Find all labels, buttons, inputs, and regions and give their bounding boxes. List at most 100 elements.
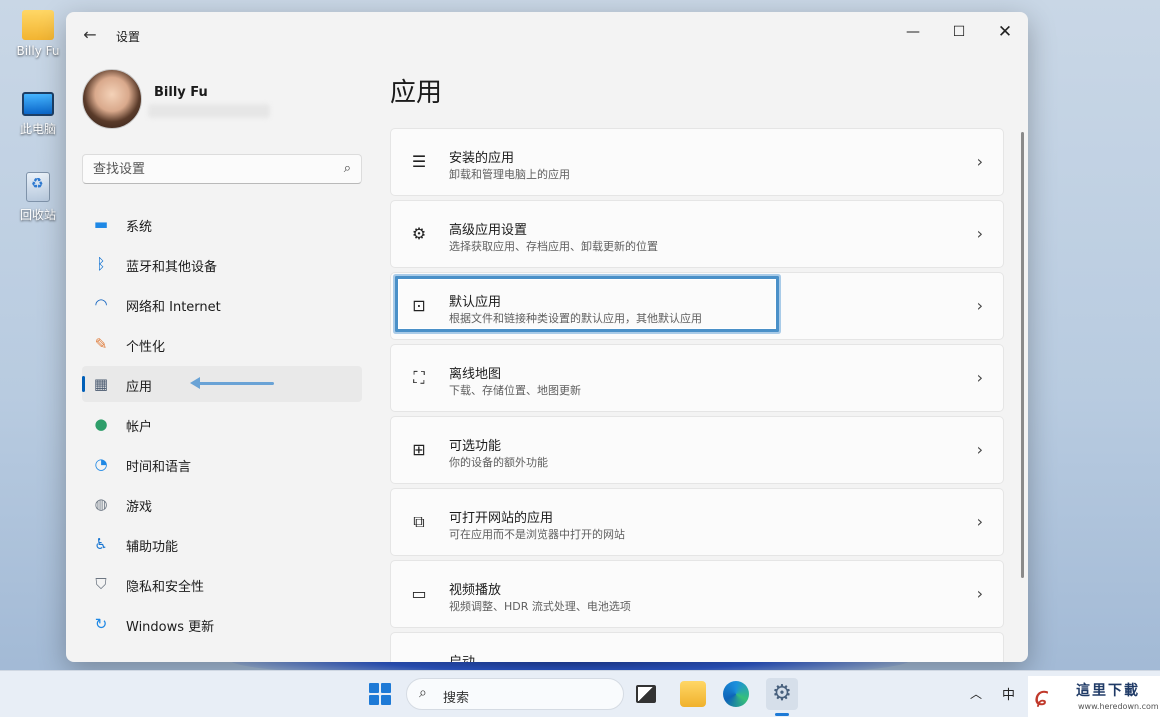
windows-logo-tile	[369, 695, 379, 705]
edge-browser-icon[interactable]	[723, 681, 749, 707]
sidebar-item-accounts[interactable]: ● 帐户	[82, 406, 362, 442]
default-apps-icon: ⊡	[412, 296, 426, 315]
scrollbar[interactable]	[1021, 132, 1024, 578]
sidebar-item-label: 系统	[126, 220, 153, 235]
folder-icon	[22, 10, 54, 40]
sidebar-item-label: 应用	[126, 380, 153, 395]
card-description: 根据文件和链接种类设置的默认应用，其他默认应用	[449, 312, 702, 325]
windows-logo-tile	[381, 695, 391, 705]
title-bar: ← 设置 — ☐ ✕	[66, 12, 1028, 58]
close-button[interactable]: ✕	[990, 20, 1020, 44]
taskbar-search[interactable]: ⌕ 搜索	[406, 678, 624, 710]
running-indicator	[775, 713, 789, 716]
chevron-up-icon[interactable]: ︿	[970, 685, 982, 702]
watermark: ɕ 這里下載 www.heredown.com	[1028, 676, 1160, 717]
this-pc-icon	[22, 92, 54, 116]
user-name: Billy Fu	[154, 85, 208, 100]
sidebar-nav: ▬ 系统 ᛒ 蓝牙和其他设备 ◠ 网络和 Internet ✎ 个性化 ▦ 应用…	[82, 206, 362, 646]
active-indicator	[82, 376, 85, 392]
card-description: 视频调整、HDR 流式处理、电池选项	[449, 600, 631, 613]
sidebar-item-system[interactable]: ▬ 系统	[82, 206, 362, 242]
card-description: 下载、存储位置、地图更新	[449, 384, 581, 397]
sidebar-item-apps[interactable]: ▦ 应用	[82, 366, 362, 402]
desktop-this-pc[interactable]: 此电脑	[8, 92, 68, 137]
shield-icon: ⛉	[95, 575, 107, 593]
avatar[interactable]	[82, 69, 142, 129]
sidebar-item-windows-update[interactable]: ↻ Windows 更新	[82, 606, 362, 642]
card-description: 可在应用而不是浏览器中打开的网站	[449, 528, 625, 541]
optional-features-icon: ⊞	[412, 440, 426, 459]
sidebar-item-label: 帐户	[126, 420, 153, 435]
card-default-apps[interactable]: ⊡ 默认应用 根据文件和链接种类设置的默认应用，其他默认应用 ›	[390, 272, 1004, 340]
sidebar-item-label: 辅助功能	[126, 540, 179, 555]
sidebar-item-label: 蓝牙和其他设备	[126, 260, 218, 275]
back-arrow-icon: ←	[83, 25, 97, 44]
card-startup[interactable]: ▭ 启动	[390, 632, 1004, 662]
card-apps-for-websites[interactable]: ⧉ 可打开网站的应用 可在应用而不是浏览器中打开的网站 ›	[390, 488, 1004, 556]
card-offline-maps[interactable]: ⛶ 离线地图 下载、存储位置、地图更新 ›	[390, 344, 1004, 412]
chevron-right-icon: ›	[976, 584, 983, 603]
sidebar-item-personalization[interactable]: ✎ 个性化	[82, 326, 362, 362]
card-title: 启动	[449, 651, 475, 662]
settings-app-icon[interactable]: ⚙	[766, 678, 798, 710]
minimize-button[interactable]: —	[898, 20, 928, 44]
sidebar-item-bluetooth[interactable]: ᛒ 蓝牙和其他设备	[82, 246, 362, 282]
account-icon: ●	[94, 415, 108, 433]
card-description: 你的设备的额外功能	[449, 456, 548, 469]
sidebar-item-time-language[interactable]: ◔ 时间和语言	[82, 446, 362, 482]
accessibility-icon: ♿	[94, 535, 108, 553]
desktop-icon-label: Billy Fu	[16, 44, 60, 58]
watermark-url: www.heredown.com	[1078, 702, 1159, 711]
startup-icon: ▭	[409, 656, 429, 662]
settings-search-box[interactable]: ⌕	[82, 154, 362, 184]
apps-icon: ▦	[93, 375, 109, 393]
sidebar-item-label: 隐私和安全性	[126, 580, 205, 595]
sidebar-item-label: 个性化	[126, 340, 166, 355]
chevron-right-icon: ›	[976, 512, 983, 531]
chevron-right-icon: ›	[976, 368, 983, 387]
annotation-arrow	[190, 377, 274, 389]
input-method-indicator[interactable]: 中	[1002, 684, 1015, 703]
watermark-name: 這里下載	[1076, 683, 1140, 699]
page-title: 应用	[390, 78, 443, 108]
back-button[interactable]: ←	[80, 25, 100, 45]
card-title: 可选功能	[449, 439, 502, 454]
task-view-button[interactable]	[636, 685, 656, 703]
installed-apps-icon: ☰	[411, 152, 427, 171]
sidebar-item-label: Windows 更新	[126, 620, 215, 635]
desktop-icon-label: 此电脑	[19, 122, 56, 136]
chevron-right-icon: ›	[976, 224, 983, 243]
brush-icon: ✎	[94, 335, 108, 353]
start-button[interactable]	[369, 683, 391, 705]
card-title: 可打开网站的应用	[449, 511, 554, 526]
video-playback-icon: ▭	[411, 584, 427, 603]
card-advanced-app-settings[interactable]: ⚙ 高级应用设置 选择获取应用、存档应用、卸载更新的位置 ›	[390, 200, 1004, 268]
sidebar-item-label: 游戏	[126, 500, 153, 515]
windows-logo-tile	[381, 683, 391, 693]
desktop-icon-label: 回收站	[19, 208, 56, 222]
desktop-recycle-bin[interactable]: 回收站	[8, 172, 68, 223]
card-title: 视频播放	[449, 583, 502, 598]
card-title: 安装的应用	[449, 151, 515, 166]
windows-logo-tile	[369, 683, 379, 693]
time-language-icon: ◔	[94, 455, 108, 473]
card-video-playback[interactable]: ▭ 视频播放 视频调整、HDR 流式处理、电池选项 ›	[390, 560, 1004, 628]
search-icon: ⌕	[419, 685, 427, 701]
sidebar-item-privacy[interactable]: ⛉ 隐私和安全性	[82, 566, 362, 602]
card-installed-apps[interactable]: ☰ 安装的应用 卸载和管理电脑上的应用 ›	[390, 128, 1004, 196]
system-icon: ▬	[93, 215, 109, 233]
maximize-button[interactable]: ☐	[944, 20, 974, 44]
card-title: 离线地图	[449, 367, 502, 382]
watermark-logo-icon: ɕ	[1034, 682, 1049, 712]
bluetooth-icon: ᛒ	[96, 255, 106, 273]
desktop-folder-billy-fu[interactable]: Billy Fu	[8, 10, 68, 58]
sidebar-item-accessibility[interactable]: ♿ 辅助功能	[82, 526, 362, 562]
sidebar-item-gaming[interactable]: ◍ 游戏	[82, 486, 362, 522]
sidebar-item-label: 网络和 Internet	[126, 300, 221, 315]
card-optional-features[interactable]: ⊞ 可选功能 你的设备的额外功能 ›	[390, 416, 1004, 484]
game-controller-icon: ◍	[94, 495, 108, 513]
search-input[interactable]	[93, 160, 323, 178]
file-explorer-icon[interactable]	[680, 681, 706, 707]
sidebar-item-network[interactable]: ◠ 网络和 Internet	[82, 286, 362, 322]
app-title: 设置	[116, 30, 141, 44]
